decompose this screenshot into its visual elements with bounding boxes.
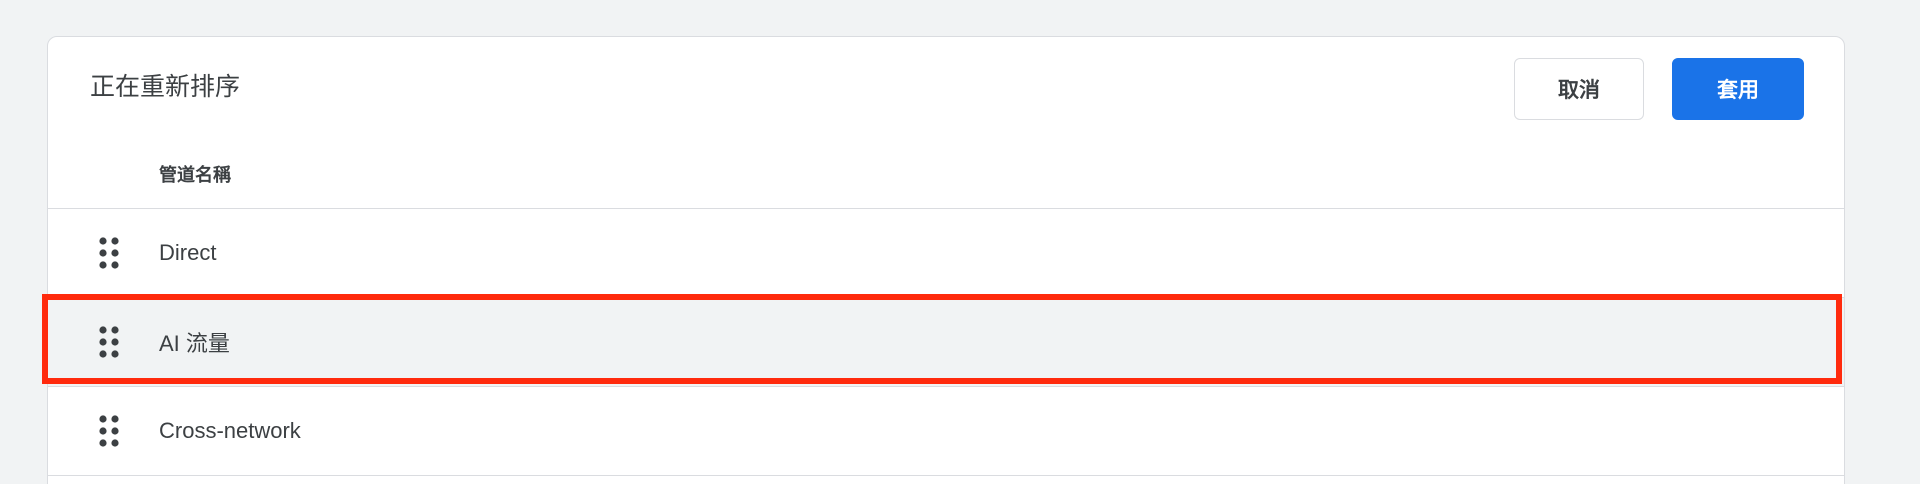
panel-header: 正在重新排序 取消 套用 (48, 37, 1844, 149)
channel-list: Direct AI 流量 Cross-network (48, 208, 1844, 476)
list-item[interactable]: Direct (48, 209, 1844, 298)
cancel-button[interactable]: 取消 (1514, 58, 1644, 120)
column-header-channel-name: 管道名稱 (159, 165, 231, 185)
page-title: 正在重新排序 (90, 73, 241, 101)
apply-button[interactable]: 套用 (1672, 58, 1804, 120)
reorder-panel: 正在重新排序 取消 套用 管道名稱 Direct AI 流量 Cross-net… (47, 36, 1845, 484)
list-item[interactable]: Cross-network (48, 387, 1844, 476)
list-item[interactable]: AI 流量 (48, 298, 1844, 387)
drag-indicator-icon[interactable] (98, 414, 120, 448)
drag-indicator-icon[interactable] (98, 325, 120, 359)
drag-indicator-icon[interactable] (98, 236, 120, 270)
list-item-label: AI 流量 (159, 331, 230, 356)
list-item-label: Cross-network (159, 418, 301, 443)
list-item-label: Direct (159, 240, 217, 265)
